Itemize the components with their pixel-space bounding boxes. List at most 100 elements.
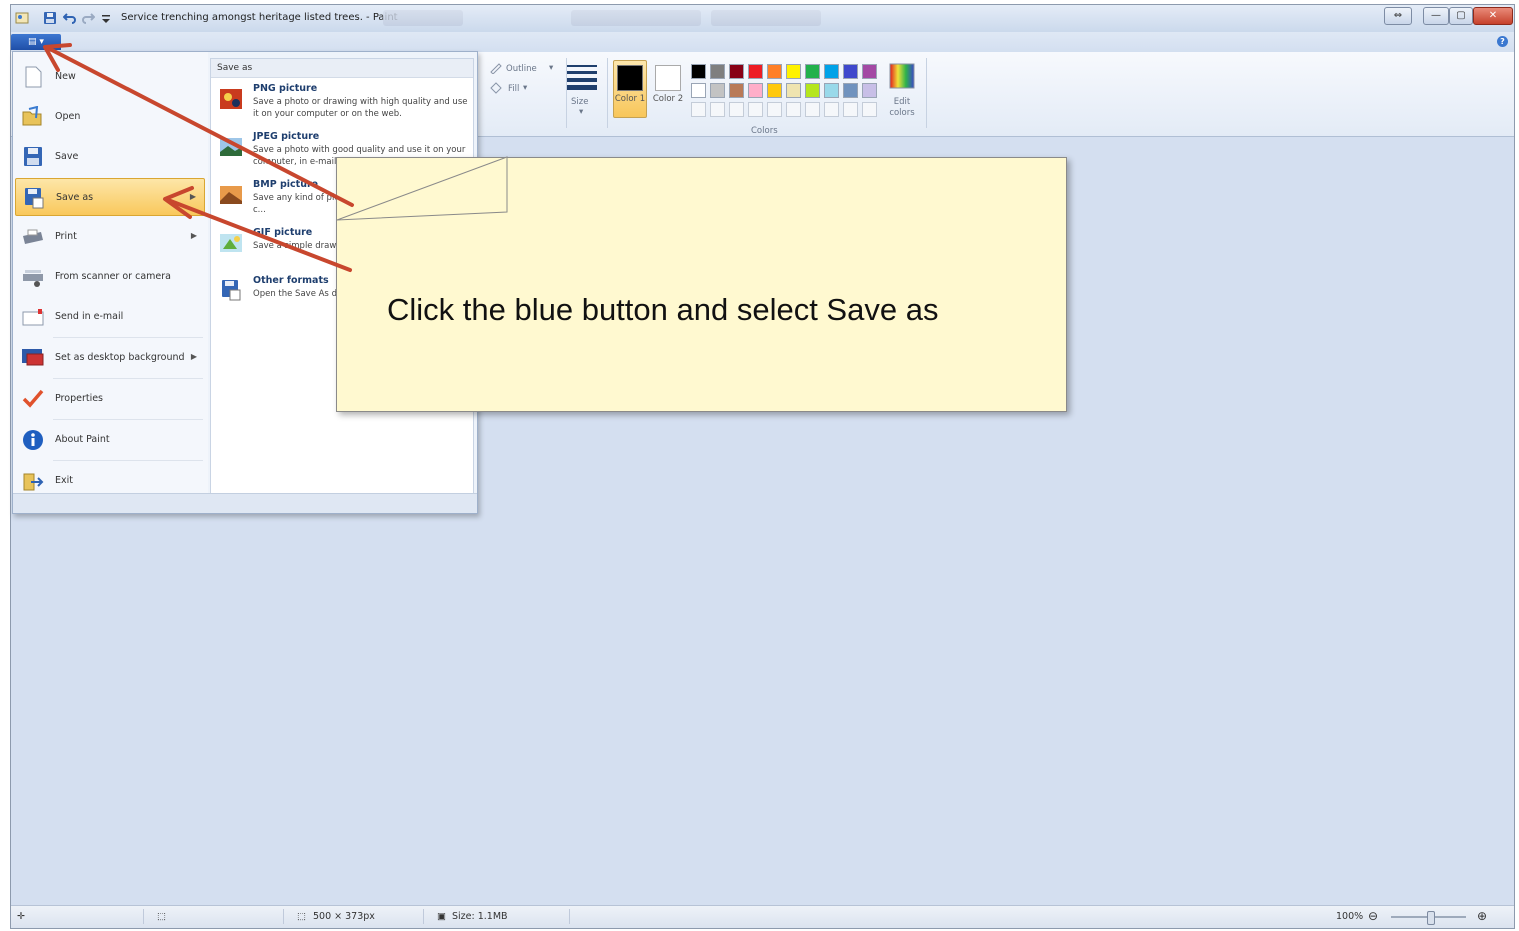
zoom-slider-thumb[interactable] xyxy=(1427,911,1435,925)
status-separator xyxy=(283,909,284,924)
menu-item-save[interactable]: Save xyxy=(15,138,205,176)
status-separator xyxy=(143,909,144,924)
palette-custom-slot[interactable] xyxy=(691,102,706,117)
palette-custom-slot[interactable] xyxy=(862,102,877,117)
redo-icon[interactable] xyxy=(81,11,95,25)
menu-item-label: Open xyxy=(55,111,81,122)
status-separator xyxy=(569,909,570,924)
palette-swatch[interactable] xyxy=(843,83,858,98)
palette-swatch[interactable] xyxy=(824,64,839,79)
size-lines-icon[interactable] xyxy=(567,64,597,90)
cursor-position-icon: ✛ xyxy=(17,911,25,922)
palette-swatch[interactable] xyxy=(786,64,801,79)
format-png[interactable]: PNG picture Save a photo or drawing with… xyxy=(215,81,471,127)
file-menu-commands: New Open Save Save as ▶ Print ▶ From sca… xyxy=(13,52,208,494)
palette-custom-slot[interactable] xyxy=(786,102,801,117)
group-divider xyxy=(607,58,608,128)
menu-item-label: Save xyxy=(55,151,79,162)
palette-swatch[interactable] xyxy=(710,64,725,79)
menu-item-scanner[interactable]: From scanner or camera xyxy=(15,258,205,296)
tutorial-callout: Click the blue button and select Save as xyxy=(336,157,1067,412)
palette-swatch[interactable] xyxy=(805,64,820,79)
maximize-button[interactable]: ▢ xyxy=(1449,7,1473,25)
palette-swatch[interactable] xyxy=(729,83,744,98)
menu-item-email[interactable]: Send in e-mail xyxy=(15,298,205,336)
format-title: BMP picture xyxy=(253,179,319,190)
palette-swatch[interactable] xyxy=(691,83,706,98)
palette-custom-slot[interactable] xyxy=(824,102,839,117)
help-icon[interactable]: ? xyxy=(1497,36,1508,47)
switch-window-button[interactable]: ⇔ xyxy=(1384,7,1412,25)
menu-item-label: Print xyxy=(55,231,77,242)
edit-colors-label[interactable]: Edit colors xyxy=(887,97,917,119)
printer-icon xyxy=(23,229,43,244)
palette-swatch[interactable] xyxy=(748,83,763,98)
palette-swatch[interactable] xyxy=(710,83,725,98)
fill-dropdown-icon[interactable]: ▾ xyxy=(523,83,527,93)
scanner-icon xyxy=(23,270,43,287)
palette-swatch[interactable] xyxy=(786,83,801,98)
new-file-icon xyxy=(25,66,42,88)
blurred-tab xyxy=(571,10,701,26)
palette-custom-slot[interactable] xyxy=(843,102,858,117)
color1-selector[interactable]: Color 1 xyxy=(613,60,647,118)
status-bar: ✛ ⬚ ⬚ 500 × 373px ▣ Size: 1.1MB 100% ⊖ ⊕ xyxy=(11,905,1514,928)
quick-save-icon[interactable] xyxy=(43,11,57,25)
palette-custom-slot[interactable] xyxy=(767,102,782,117)
minimize-button[interactable]: — xyxy=(1423,7,1449,25)
format-description: Save a photo or drawing with high qualit… xyxy=(253,97,468,119)
menu-item-open[interactable]: Open xyxy=(15,98,205,136)
palette-swatch[interactable] xyxy=(748,64,763,79)
menu-item-about[interactable]: About Paint xyxy=(15,421,205,459)
file-size: Size: 1.1MB xyxy=(452,911,508,922)
palette-swatch[interactable] xyxy=(843,64,858,79)
palette-custom-slot[interactable] xyxy=(729,102,744,117)
menu-item-properties[interactable]: Properties xyxy=(15,380,205,418)
palette-custom-slot[interactable] xyxy=(748,102,763,117)
menu-item-desktop-background[interactable]: Set as desktop background ▶ xyxy=(15,339,205,377)
palette-swatch[interactable] xyxy=(862,64,877,79)
palette-swatch[interactable] xyxy=(767,64,782,79)
color2-selector[interactable]: Color 2 xyxy=(651,60,685,118)
outline-dropdown-icon[interactable]: ▾ xyxy=(549,63,553,73)
paint-menu-button[interactable]: ▤ ▾ xyxy=(11,34,61,50)
menu-item-label: New xyxy=(55,71,76,82)
close-button[interactable]: ✕ xyxy=(1473,7,1513,25)
undo-icon[interactable] xyxy=(63,11,77,25)
exit-icon xyxy=(23,473,44,491)
status-separator xyxy=(423,909,424,924)
title-bar: Service trenching amongst heritage liste… xyxy=(11,5,1514,32)
menu-item-label: Properties xyxy=(55,393,104,404)
color2-label: Color 2 xyxy=(652,94,684,104)
zoom-out-icon[interactable]: ⊖ xyxy=(1368,909,1378,923)
file-menu-footer xyxy=(13,493,477,513)
size-label[interactable]: Size xyxy=(571,97,588,107)
palette-swatch[interactable] xyxy=(691,64,706,79)
palette-custom-slot[interactable] xyxy=(710,102,725,117)
customize-toolbar-icon[interactable] xyxy=(99,11,113,25)
palette-swatch[interactable] xyxy=(767,83,782,98)
menu-item-save-as[interactable]: Save as ▶ xyxy=(15,178,205,216)
size-dropdown-icon[interactable]: ▾ xyxy=(579,107,583,117)
palette-swatch[interactable] xyxy=(862,83,877,98)
menu-item-print[interactable]: Print ▶ xyxy=(15,218,205,256)
fill-label[interactable]: Fill xyxy=(508,84,519,94)
palette-custom-slot[interactable] xyxy=(805,102,820,117)
color1-label: Color 1 xyxy=(614,94,646,104)
zoom-level: 100% xyxy=(1336,911,1364,922)
outline-label[interactable]: Outline xyxy=(506,64,537,74)
menu-item-label: About Paint xyxy=(55,434,110,445)
checkmark-icon xyxy=(22,389,44,408)
submenu-arrow-icon: ▶ xyxy=(190,231,197,240)
window-title: Service trenching amongst heritage liste… xyxy=(121,12,398,23)
info-icon xyxy=(23,430,43,450)
palette-swatch[interactable] xyxy=(805,83,820,98)
outline-icon xyxy=(490,63,502,74)
image-dimensions-icon: ⬚ xyxy=(297,911,306,922)
menu-item-new[interactable]: New xyxy=(15,58,205,96)
palette-swatch[interactable] xyxy=(824,83,839,98)
palette-swatch[interactable] xyxy=(729,64,744,79)
edit-colors-icon[interactable] xyxy=(889,63,915,89)
selection-size-icon: ⬚ xyxy=(157,911,166,922)
zoom-in-icon[interactable]: ⊕ xyxy=(1477,909,1487,923)
